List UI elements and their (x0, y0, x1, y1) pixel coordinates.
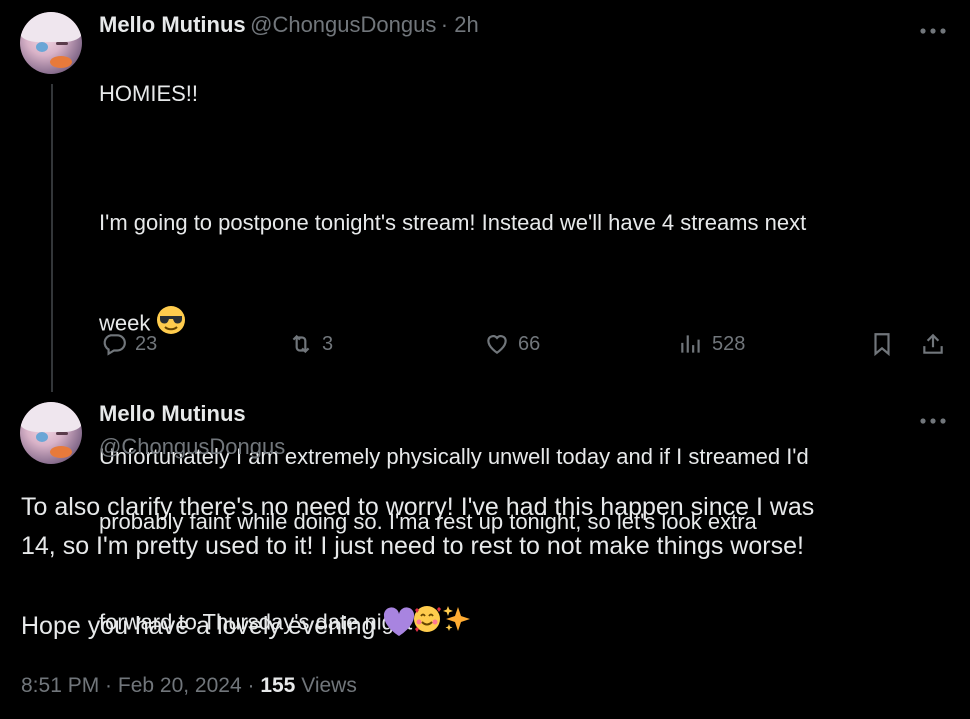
tweet-line: 14, so I'm pretty used to it! I just nee… (21, 532, 804, 560)
like-button[interactable]: 66 (484, 331, 540, 357)
retweet-count: 3 (322, 332, 334, 355)
reply-icon (103, 334, 126, 356)
tweet-text: To also clarify there's no need to worry… (21, 488, 961, 650)
author-name[interactable]: Mello Mutinus (99, 401, 246, 427)
tweet-line: HOMIES!! (99, 80, 199, 106)
like-count: 66 (518, 332, 541, 355)
heart-icon (487, 335, 507, 354)
tweet-line: To also clarify there's no need to worry… (21, 493, 815, 521)
avatar[interactable] (20, 402, 82, 464)
more-icon[interactable] (919, 22, 947, 40)
retweet-icon (292, 334, 310, 354)
reply-button[interactable]: 23 (101, 331, 157, 357)
sunglasses-emoji-icon (156, 272, 186, 344)
views-icon (681, 335, 700, 353)
share-button[interactable] (920, 331, 946, 357)
share-icon (923, 333, 943, 354)
view-count: 155 (260, 674, 296, 697)
purple-heart-emoji-icon (382, 606, 416, 650)
author-handle[interactable]: @ChongusDongus (250, 12, 436, 37)
tweet-line: Hope you have a lovely evening (21, 606, 961, 650)
tweet-time[interactable]: · 2h (441, 12, 479, 37)
bookmark-button[interactable] (869, 331, 895, 357)
views-label: Views (301, 674, 357, 697)
reply-count: 23 (135, 332, 158, 355)
author-name[interactable]: Mello Mutinus (99, 12, 246, 37)
views-count: 528 (712, 332, 746, 355)
tweet-meta: 8:51 PM · Feb 20, 2024 · 155 Views (21, 674, 357, 698)
bookmark-icon (874, 333, 890, 357)
tweet-header: Mello Mutinus @ChongusDongus · 2h (99, 12, 479, 38)
tweet-timestamp[interactable]: 8:51 PM · Feb 20, 2024 · (21, 674, 254, 697)
author-handle[interactable]: @ChongusDongus (99, 434, 285, 460)
more-icon[interactable] (919, 412, 947, 430)
views-button[interactable]: 528 (678, 331, 745, 357)
tweet-line: I'm going to postpone tonight's stream! … (99, 210, 807, 235)
thread-connector (51, 84, 53, 392)
retweet-button[interactable]: 3 (288, 331, 333, 357)
avatar[interactable] (20, 12, 82, 74)
